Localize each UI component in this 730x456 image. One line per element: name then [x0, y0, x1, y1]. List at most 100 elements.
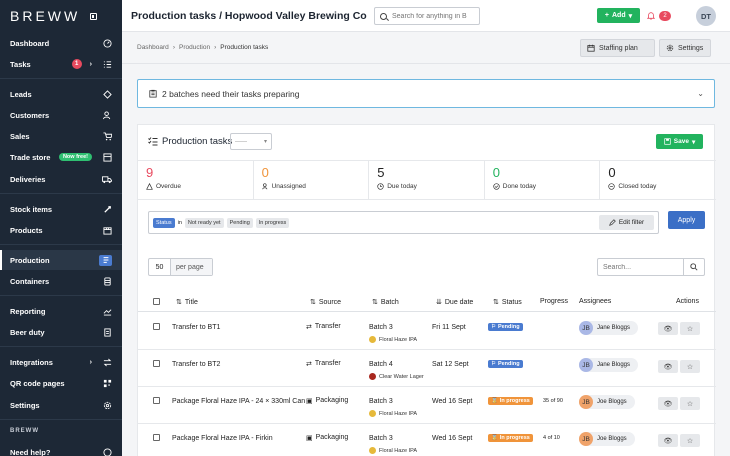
view-button[interactable]: 👁 [658, 322, 678, 335]
document-icon [102, 327, 112, 337]
column-actions: Actions [676, 298, 699, 305]
table-search-input[interactable] [598, 259, 683, 275]
stat-done-today[interactable]: 0 Done today [485, 161, 601, 199]
star-button[interactable]: ☆ [680, 397, 700, 410]
task-source: ⇄ Transfer [306, 360, 341, 368]
task-assignee[interactable]: JB Joe Bloggs [579, 432, 635, 446]
user-avatar[interactable]: DT [696, 6, 716, 26]
task-batch[interactable]: Batch 3 Floral Haze IPA [369, 324, 417, 343]
card-title-text: Production tasks [162, 136, 233, 147]
sidebar-item-dashboard[interactable]: Dashboard [0, 33, 122, 53]
breadcrumb-dashboard[interactable]: Dashboard [137, 44, 169, 51]
batch-label: Batch 4 [369, 361, 393, 368]
task-assignee[interactable]: JB Jane Bloggs [579, 358, 639, 372]
row-checkbox[interactable] [153, 323, 160, 330]
sidebar-item-products[interactable]: Products [0, 220, 122, 240]
stat-due-today[interactable]: 5 Due today [369, 161, 485, 199]
stat-closed-today[interactable]: 0 Closed today [600, 161, 716, 199]
task-title[interactable]: Transfer to BT2 [172, 361, 220, 368]
task-batch[interactable]: Batch 3 Floral Haze IPA [369, 435, 417, 454]
settings-button[interactable]: Settings [659, 39, 711, 57]
table-row[interactable]: Package Floral Haze IPA - 24 × 330ml Can… [138, 387, 716, 424]
stat-unassigned[interactable]: 0 Unassigned [254, 161, 370, 199]
star-button[interactable]: ☆ [680, 434, 700, 447]
plus-icon: + [604, 12, 609, 19]
star-button[interactable]: ☆ [680, 360, 700, 373]
row-checkbox[interactable] [153, 360, 160, 367]
star-button[interactable]: ☆ [680, 322, 700, 335]
global-search-input[interactable] [392, 12, 472, 20]
chevron-down-icon[interactable]: ⌄ [697, 89, 704, 98]
save-button[interactable]: Save ▾ [656, 134, 703, 149]
edit-filter-button[interactable]: Edit filter [599, 215, 654, 230]
bell-icon[interactable] [647, 11, 655, 20]
sidebar-item-trade-store[interactable]: Trade store Now free! [0, 147, 122, 167]
table-row[interactable]: Transfer to BT1 ⇄ Transfer Batch 3 Floral… [138, 313, 716, 350]
table-row[interactable]: Transfer to BT2 ⇄ Transfer Batch 4 Clear … [138, 350, 716, 387]
staffing-plan-button[interactable]: Staffing plan [580, 39, 655, 57]
stat-value: 5 [377, 165, 385, 180]
collapse-sidebar-icon[interactable] [90, 12, 98, 20]
sidebar-item-tasks[interactable]: Tasks 1 › [0, 54, 122, 74]
filter-bar[interactable]: Status in Not ready yet Pending In progr… [148, 211, 659, 234]
column-status[interactable]: ⇅ Status [493, 298, 522, 307]
apply-button[interactable]: Apply [668, 211, 705, 229]
row-checkbox[interactable] [153, 397, 160, 404]
sidebar-item-containers[interactable]: Containers [0, 271, 122, 291]
view-button[interactable]: 👁 [658, 360, 678, 373]
sidebar-item-reporting[interactable]: Reporting [0, 301, 122, 321]
save-button-label: Save [673, 138, 689, 145]
sidebar-item-beer-duty[interactable]: Beer duty [0, 322, 122, 342]
task-status: ⚐ Pending [488, 323, 523, 331]
stat-label: Overdue [156, 183, 181, 190]
table-row[interactable]: Package Floral Haze IPA - Firkin ▣ Packag… [138, 424, 716, 456]
row-checkbox[interactable] [153, 434, 160, 441]
table-search-button[interactable] [683, 259, 704, 275]
task-title[interactable]: Package Floral Haze IPA - Firkin [172, 435, 273, 442]
beer-color-dot [369, 410, 376, 417]
task-batch[interactable]: Batch 4 Clear Water Lager [369, 361, 424, 380]
filter-field-chip: Status [153, 217, 175, 228]
add-button-label: Add [611, 12, 626, 19]
avatar: JB [579, 321, 593, 335]
sidebar-item-sales[interactable]: Sales [0, 126, 122, 146]
column-source[interactable]: ⇅ Source [310, 298, 341, 307]
per-page-selector[interactable]: 50 per page [148, 258, 213, 276]
task-title[interactable]: Package Floral Haze IPA - 24 × 330ml Can [172, 398, 305, 405]
batches-notice[interactable]: 2 batches need their tasks preparing ⌄ [137, 79, 715, 108]
global-search[interactable] [374, 7, 480, 25]
select-all-checkbox[interactable] [153, 298, 160, 305]
sidebar-item-deliveries[interactable]: Deliveries [0, 169, 122, 189]
add-button[interactable]: + Add ▾ [597, 8, 640, 23]
sidebar-item-production[interactable]: Production [0, 250, 122, 270]
view-button[interactable]: 👁 [658, 434, 678, 447]
column-due-date[interactable]: ⇊ Due date [436, 298, 473, 307]
eye-icon: 👁 [663, 437, 673, 445]
sidebar-item-settings[interactable]: Settings [0, 395, 122, 415]
task-batch[interactable]: Batch 3 Floral Haze IPA [369, 398, 417, 417]
task-assignee[interactable]: JB Jane Bloggs [579, 321, 639, 335]
breadcrumb-production[interactable]: Production [179, 44, 210, 51]
stats-row: 9 Overdue 0 Unassigned 5 Due today 0 Don… [138, 160, 716, 200]
task-status: ⚐ Pending [488, 360, 523, 368]
sidebar-item-need-help[interactable]: Need help? [0, 442, 122, 456]
column-batch[interactable]: ⇅ Batch [372, 298, 399, 307]
column-title[interactable]: ⇅ Title [176, 298, 198, 307]
sidebar-item-integrations[interactable]: Integrations › [0, 352, 122, 372]
sidebar-item-customers[interactable]: Customers [0, 105, 122, 125]
assignee-name: Jane Bloggs [597, 362, 631, 368]
view-button[interactable]: 👁 [658, 397, 678, 410]
stat-label: Done today [502, 183, 537, 190]
task-title[interactable]: Transfer to BT1 [172, 324, 220, 331]
stat-overdue[interactable]: 9 Overdue [138, 161, 254, 199]
table-search[interactable] [597, 258, 705, 276]
sidebar-item-qr-code-pages[interactable]: QR code pages [0, 373, 122, 393]
sidebar-item-label: Production [10, 255, 50, 265]
sidebar-item-leads[interactable]: Leads [0, 84, 122, 104]
caret-down-icon: ▾ [628, 12, 633, 20]
view-select[interactable]: ------ ▾ [230, 133, 272, 150]
task-assignee[interactable]: JB Joe Bloggs [579, 395, 635, 409]
per-page-value[interactable]: 50 [149, 259, 171, 275]
sidebar-item-stock-items[interactable]: Stock items [0, 199, 122, 219]
bell-icon: ⚐ [491, 361, 496, 367]
